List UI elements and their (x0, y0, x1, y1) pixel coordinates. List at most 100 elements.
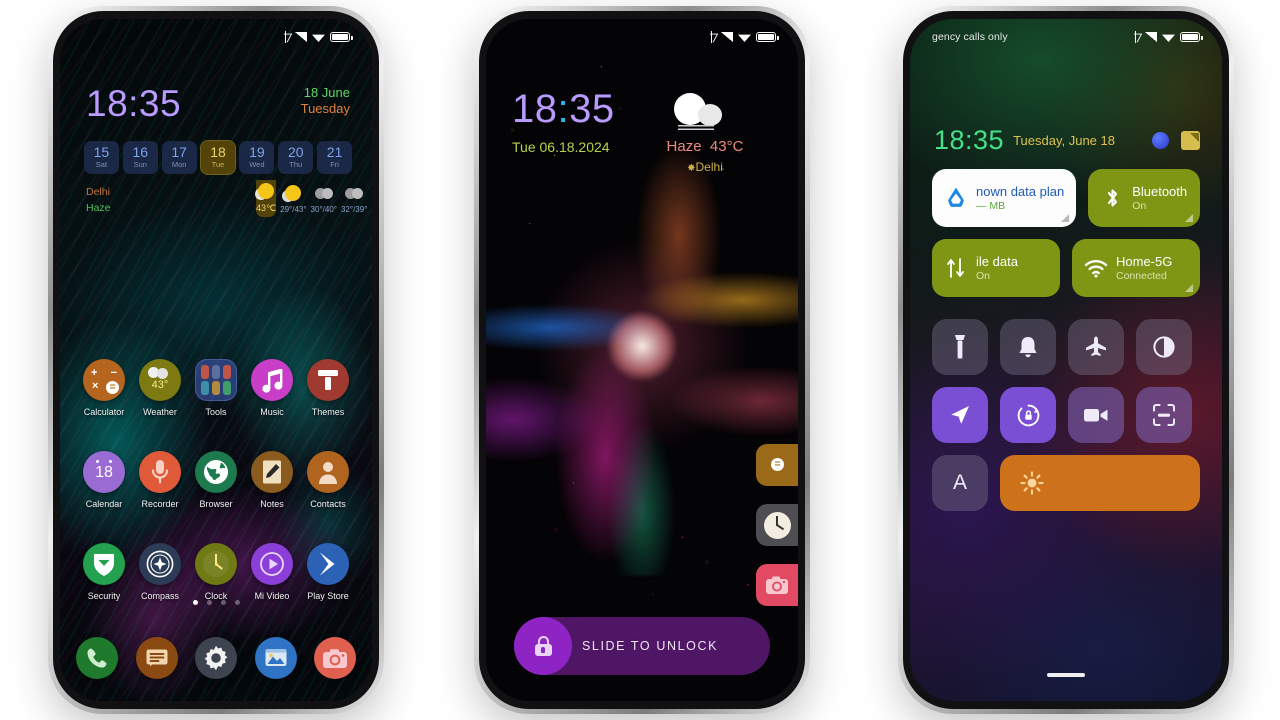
battery-icon (330, 31, 353, 43)
expand-corner-icon[interactable] (1185, 214, 1193, 222)
unlock-knob[interactable] (514, 617, 572, 675)
lock-weather-condition: Haze (666, 138, 702, 155)
week-day-sun[interactable]: 16 Sun (122, 141, 158, 174)
page-dot-3[interactable] (234, 600, 240, 605)
app-contacts[interactable]: Contacts (300, 451, 356, 509)
app-label: Weather (143, 407, 177, 417)
app-themes[interactable]: Themes (300, 359, 356, 417)
calculator-shortcut[interactable]: +−×= (756, 444, 798, 486)
app-label: Themes (311, 407, 345, 417)
app-compass[interactable]: Compass (132, 543, 188, 601)
week-day-label: Tue (211, 159, 225, 169)
week-calendar-strip[interactable]: 15 Sat 16 Sun 17 Mon 18 Tue 19 Wed 20 Thu 21 Fri (84, 140, 353, 175)
week-day-wed[interactable]: 19 Wed (239, 141, 275, 174)
home-handle[interactable] (1047, 673, 1085, 677)
screenshot-toggle[interactable] (1136, 387, 1192, 443)
screen-record-toggle[interactable] (1068, 387, 1124, 443)
home-clock-widget[interactable]: 18:35 18 June Tuesday (86, 85, 350, 122)
app-calculator[interactable]: + − × = Calculator (76, 359, 132, 417)
week-day-fri[interactable]: 21 Fri (317, 141, 353, 174)
dock-camera[interactable] (314, 637, 356, 679)
lockscreen-weather-widget[interactable]: Haze 43°C ✸Delhi (640, 93, 770, 174)
app-music[interactable]: Music (244, 359, 300, 417)
lock-date: Tue 06.18.2024 (512, 139, 610, 155)
calendar-icon: 18 (83, 451, 125, 493)
clock-shortcut[interactable] (756, 504, 798, 546)
control-center-header: 18:35 Tuesday, June 18 (934, 127, 1200, 154)
app-recorder[interactable]: Recorder (132, 451, 188, 509)
forecast-cell-0[interactable]: 43℃ (256, 180, 277, 217)
week-day-tue[interactable]: 18 Tue (199, 140, 237, 175)
camera-shortcut[interactable] (756, 564, 798, 606)
dock-messages[interactable] (135, 637, 178, 679)
weather-forecast-strip[interactable]: 43℃ 29°/43° 30°/40° 32°/39° (256, 180, 367, 217)
weather-condition: Haze (86, 201, 111, 214)
mic-icon (139, 451, 181, 493)
app-notes[interactable]: Notes (244, 451, 300, 509)
lock-weather-city: Delhi (695, 160, 723, 174)
location-pin-icon: ✸ (687, 163, 696, 174)
letter-a-icon: A (952, 471, 967, 494)
app-play-store[interactable]: Play Store (300, 543, 356, 601)
flashlight-toggle[interactable] (932, 319, 988, 375)
rotation-toggle[interactable] (1000, 387, 1056, 443)
dock-gallery[interactable] (254, 637, 297, 679)
mic-icon (151, 460, 169, 484)
location-toggle[interactable] (932, 387, 988, 443)
airplane-toggle[interactable] (1068, 319, 1124, 375)
notes-icon (263, 460, 281, 484)
app-label: Recorder (141, 499, 179, 509)
app-tools[interactable]: Tools (188, 359, 244, 417)
phone-2-screen: 18:35 Tue 06.18.2024 Haze 43°C ✸Delhi = … (486, 19, 798, 701)
brightness-slider[interactable] (1000, 455, 1200, 511)
tile-wifi-title: Home-5G (1116, 254, 1173, 269)
cc-toggle-row-3: A (932, 455, 1200, 511)
tile-wifi[interactable]: Home-5G Connected (1072, 239, 1200, 297)
page-dot-1[interactable] (206, 600, 212, 605)
slide-to-unlock-bar[interactable]: SLIDE TO UNLOCK (514, 617, 770, 675)
week-day-number: 21 (326, 144, 343, 160)
clock-icon (203, 551, 229, 577)
lock-time-colon: : (557, 87, 570, 131)
forecast-cell-3[interactable]: 32°/39° (341, 182, 367, 217)
playstore-icon (307, 543, 349, 585)
forecast-cell-2[interactable]: 30°/40° (311, 182, 337, 217)
user-dot-icon[interactable] (1152, 132, 1169, 149)
expand-corner-icon[interactable] (1061, 214, 1070, 222)
tile-data-plan[interactable]: nown data plan — MB (932, 169, 1077, 227)
week-day-sat[interactable]: 15 Sat (84, 141, 119, 174)
app-clock[interactable]: Clock (188, 543, 244, 601)
page-indicator[interactable] (60, 600, 372, 605)
contacts-icon (319, 462, 337, 484)
weather-icon: 43° (139, 359, 181, 401)
battery-icon (756, 31, 779, 43)
lockscreen-clock-widget[interactable]: 18:35 Tue 06.18.2024 (512, 89, 615, 155)
app-mi-video[interactable]: Mi Video (244, 543, 300, 601)
cc-tile-row-2: ile data On Home-5G Connected (932, 239, 1200, 297)
themes-icon (318, 370, 338, 390)
app-row-1: + − × = Calculator 43° Weather Tools Music Themes (76, 359, 356, 417)
ringer-toggle[interactable] (1000, 319, 1056, 375)
forecast-cell-1[interactable]: 29°/43° (280, 182, 307, 217)
app-calendar[interactable]: 18 Calendar (76, 451, 132, 509)
app-browser[interactable]: Browser (188, 451, 244, 509)
camera-icon (766, 576, 788, 594)
message-icon (146, 649, 167, 667)
app-weather[interactable]: 43° Weather (132, 359, 188, 417)
dock-settings[interactable] (195, 637, 237, 679)
expand-corner-icon[interactable] (1185, 284, 1193, 292)
tile-mobile-data[interactable]: ile data On (932, 239, 1060, 297)
lock-time: 18:35 (512, 89, 615, 129)
app-security[interactable]: Security (76, 543, 132, 601)
week-day-mon[interactable]: 17 Mon (161, 141, 197, 174)
dark-mode-toggle[interactable] (1136, 319, 1192, 375)
edit-icon[interactable] (1181, 131, 1200, 150)
week-day-thu[interactable]: 20 Thu (278, 141, 314, 174)
page-dot-2[interactable] (220, 600, 226, 605)
dock-phone[interactable] (76, 637, 118, 679)
page-dot-0[interactable] (192, 600, 198, 605)
auto-brightness-toggle[interactable]: A (932, 455, 988, 511)
statusbar-icons (1132, 31, 1203, 43)
lock-weather-text: Haze 43°C (640, 138, 770, 155)
tile-bluetooth[interactable]: Bluetooth On (1088, 169, 1200, 227)
